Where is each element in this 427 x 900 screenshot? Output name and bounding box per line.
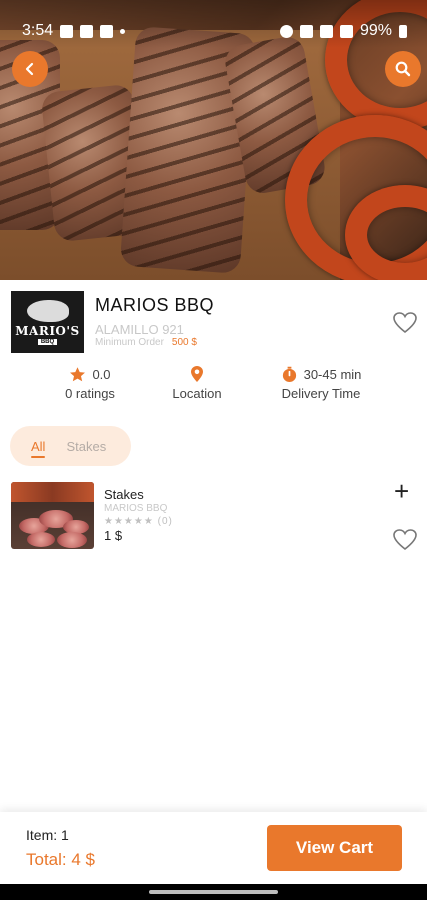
restaurant-logo: MARIO'S BBQ bbox=[11, 291, 84, 353]
status-bar: 3:54 99% bbox=[0, 0, 427, 48]
category-tabs: All Stakes bbox=[10, 426, 131, 466]
restaurant-address: ALAMILLO 921 bbox=[95, 322, 184, 337]
restaurant-name: MARIOS BBQ bbox=[95, 295, 215, 315]
delivery-time-info: 30-45 min Delivery Time bbox=[276, 365, 366, 401]
system-navigation-bar bbox=[0, 884, 427, 900]
rating-info: 0.0 0 ratings bbox=[58, 365, 122, 402]
delivery-value: 30-45 min bbox=[303, 366, 362, 382]
tab-stakes[interactable]: Stakes bbox=[66, 439, 106, 454]
favorite-product-heart-icon[interactable] bbox=[392, 528, 418, 552]
signal-icon bbox=[339, 24, 353, 38]
cart-summary-bar: Item: 1 Total: 4 $ View Cart bbox=[0, 812, 427, 884]
search-icon bbox=[395, 61, 411, 77]
logo-text: MARIO'S bbox=[15, 323, 80, 338]
notification-icon bbox=[100, 24, 114, 38]
product-stars: ★★★★★ bbox=[104, 516, 154, 527]
favorite-restaurant-heart-icon[interactable] bbox=[392, 311, 418, 335]
tab-all[interactable]: All bbox=[31, 439, 46, 458]
cart-item-count: Item: 1 bbox=[26, 827, 69, 843]
battery-icon bbox=[399, 24, 407, 38]
product-rating-count: (0) bbox=[157, 516, 173, 527]
home-gesture-handle[interactable] bbox=[149, 890, 278, 894]
add-product-button[interactable]: + bbox=[394, 478, 409, 504]
search-button[interactable] bbox=[385, 51, 421, 87]
alarm-icon bbox=[279, 24, 293, 38]
delivery-label: Delivery Time bbox=[281, 386, 361, 401]
location-info[interactable]: Location bbox=[166, 365, 228, 401]
grill-fire bbox=[11, 482, 94, 502]
cart-total: Total: 4 $ bbox=[26, 850, 95, 869]
battery-level: 99% bbox=[359, 22, 392, 39]
product-restaurant: MARIOS BBQ bbox=[104, 503, 168, 514]
rating-label: 0 ratings bbox=[65, 386, 115, 401]
product-name[interactable]: Stakes bbox=[104, 487, 144, 502]
view-cart-button[interactable]: View Cart bbox=[267, 825, 402, 871]
min-order-label: Minimum Order bbox=[95, 337, 164, 348]
location-pin-icon bbox=[191, 366, 203, 382]
gmail-icon bbox=[80, 24, 94, 38]
pig-icon bbox=[26, 299, 69, 322]
logo-subtext: BBQ bbox=[37, 338, 58, 345]
min-order-value: 500 $ bbox=[171, 337, 197, 348]
product-price: 1 $ bbox=[104, 528, 123, 543]
rating-value: 0.0 bbox=[92, 366, 111, 382]
product-rating: ★★★★★ (0) bbox=[104, 516, 173, 527]
gallery-icon bbox=[60, 24, 74, 38]
wifi-icon bbox=[319, 24, 333, 38]
more-notifications-icon bbox=[120, 28, 126, 34]
minimum-order: Minimum Order 500 $ bbox=[95, 337, 197, 348]
chevron-left-icon bbox=[25, 62, 34, 76]
product-image[interactable] bbox=[11, 482, 94, 549]
back-button[interactable] bbox=[12, 51, 48, 87]
star-icon bbox=[70, 366, 86, 381]
mute-icon bbox=[299, 24, 313, 38]
status-time: 3:54 bbox=[22, 22, 54, 39]
location-label: Location bbox=[172, 386, 222, 401]
timer-icon bbox=[282, 366, 296, 382]
